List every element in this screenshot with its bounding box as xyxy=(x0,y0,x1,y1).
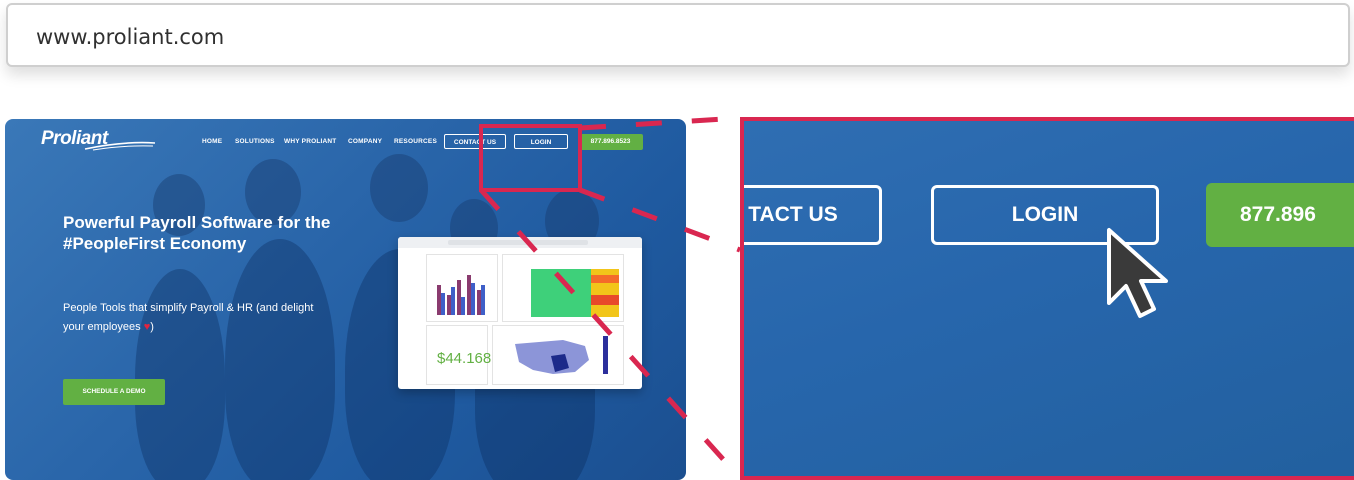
login-highlight-box xyxy=(479,124,582,192)
mouse-pointer-icon xyxy=(1107,228,1168,318)
highlight-overlay xyxy=(479,115,1168,480)
zoom-connector-lines xyxy=(479,115,742,480)
